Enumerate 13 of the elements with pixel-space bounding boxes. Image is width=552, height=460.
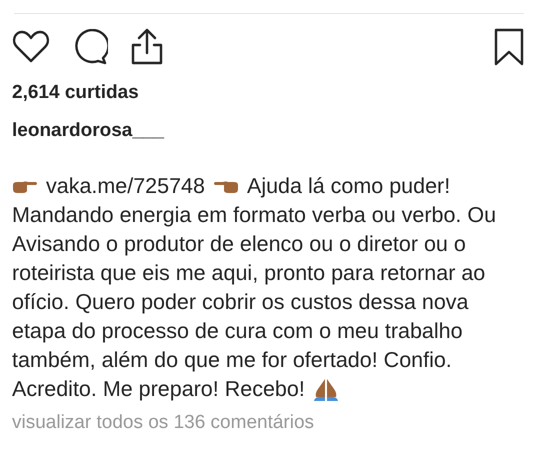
like-icon[interactable] bbox=[12, 30, 50, 64]
bookmark-icon[interactable] bbox=[494, 28, 524, 66]
pointing-hand-icon bbox=[12, 180, 38, 194]
comment-icon[interactable] bbox=[72, 29, 108, 65]
caption-closing: Acredito. Me preparo! Recebo! bbox=[12, 376, 305, 403]
share-icon[interactable] bbox=[130, 28, 164, 66]
pointing-hand-icon bbox=[212, 180, 239, 194]
username[interactable]: leonardorosa___ bbox=[12, 120, 540, 142]
caption-headline: Ajuda lá como puder! bbox=[246, 173, 450, 200]
caption-text: Mandando energia em formato verba ou verbo. Ou Avisando o produtor de elenco ou o diretor ou o roteirista que eis me aqui, pronto para retornar ao ofício. Quero poder cobrir os custos dessa nova etapa do processo de cura com o meu trabalho também, além do que me for ofertado! Confio. bbox=[12, 202, 498, 374]
praying-hands-icon bbox=[312, 376, 339, 402]
caption-link[interactable]: vaka.me/725748 bbox=[46, 172, 205, 201]
likes-count[interactable]: 2,614 curtidas bbox=[12, 82, 540, 104]
